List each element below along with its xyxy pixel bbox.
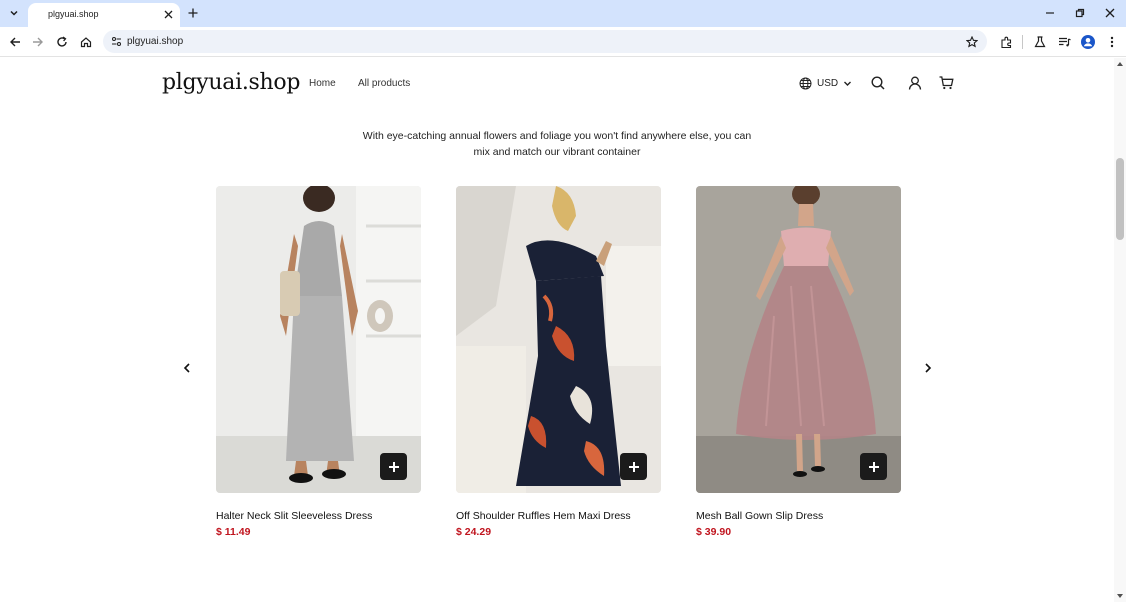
bookmark-button[interactable] — [964, 34, 979, 49]
globe-icon — [799, 77, 812, 89]
product-name[interactable]: Off Shoulder Ruffles Hem Maxi Dress — [456, 510, 631, 522]
more-vertical-icon — [1110, 36, 1114, 48]
plus-icon — [388, 461, 399, 472]
product-price: $ 24.29 — [456, 526, 492, 538]
arrow-right-icon — [33, 37, 43, 47]
product-photo-grey-dress — [216, 186, 421, 493]
back-button[interactable] — [6, 33, 24, 51]
scroll-thumb[interactable] — [1116, 158, 1124, 240]
profile-button[interactable] — [1079, 33, 1097, 51]
product-price: $ 11.49 — [216, 526, 251, 538]
reload-button[interactable] — [53, 33, 71, 51]
account-button[interactable] — [907, 75, 922, 90]
tab-search-dropdown[interactable] — [5, 4, 23, 22]
url-text: plgyuai.shop — [127, 36, 184, 47]
web-page: plgyuai.shop Home All products USD With … — [0, 58, 1114, 602]
product-image[interactable] — [216, 186, 421, 493]
product-image[interactable] — [696, 186, 901, 493]
restore-icon — [1075, 8, 1085, 18]
product-name[interactable]: Mesh Ball Gown Slip Dress — [696, 510, 823, 522]
plus-icon — [188, 8, 198, 18]
home-button[interactable] — [77, 33, 95, 51]
address-bar[interactable]: plgyuai.shop — [103, 30, 987, 53]
add-to-cart-button[interactable] — [860, 453, 887, 480]
reload-icon — [57, 36, 67, 47]
close-icon — [1105, 8, 1115, 18]
profile-icon — [1081, 35, 1095, 49]
store-logo[interactable]: plgyuai.shop — [162, 70, 300, 95]
arrow-left-icon — [10, 37, 20, 47]
intro-text: With eye-catching annual flowers and fol… — [362, 130, 752, 158]
forward-button[interactable] — [29, 33, 47, 51]
tab-close-button[interactable] — [162, 8, 175, 21]
carousel-prev-button[interactable] — [180, 361, 194, 375]
product-photo-pink-gown — [696, 186, 901, 493]
minimize-icon — [1046, 12, 1054, 14]
cart-icon — [939, 75, 954, 89]
scroll-up-button[interactable] — [1116, 60, 1124, 68]
close-icon — [164, 10, 173, 19]
labs-button[interactable] — [1031, 33, 1049, 51]
restore-button[interactable] — [1072, 5, 1088, 21]
browser-tab[interactable]: plgyuai.shop — [28, 3, 180, 27]
add-to-cart-button[interactable] — [380, 453, 407, 480]
minimize-button[interactable] — [1042, 5, 1058, 21]
site-settings-icon — [111, 36, 121, 46]
product-price: $ 39.90 — [696, 526, 732, 538]
product-card[interactable]: Mesh Ball Gown Slip Dress $ 39.90 — [696, 186, 901, 538]
media-queue-icon — [1058, 37, 1071, 47]
search-button[interactable] — [870, 75, 885, 90]
currency-selector[interactable]: USD — [799, 76, 852, 90]
product-card[interactable]: Halter Neck Slit Sleeveless Dress $ 11.4… — [216, 186, 421, 538]
product-photo-floral-dress — [456, 186, 661, 493]
site-info-button[interactable] — [109, 34, 123, 48]
tab-title: plgyuai.shop — [48, 9, 99, 19]
user-icon — [908, 76, 921, 90]
home-icon — [80, 37, 92, 48]
media-button[interactable] — [1055, 33, 1073, 51]
cart-button[interactable] — [939, 75, 954, 90]
chevron-right-icon — [925, 363, 932, 373]
toolbar-separator — [1022, 35, 1023, 49]
chevron-down-icon — [10, 10, 18, 16]
product-name[interactable]: Halter Neck Slit Sleeveless Dress — [216, 510, 372, 522]
carousel-next-button[interactable] — [921, 361, 935, 375]
triangle-down-icon — [1117, 594, 1123, 598]
triangle-up-icon — [1117, 62, 1123, 66]
nav-all-products-link[interactable]: All products — [358, 78, 410, 89]
nav-home-link[interactable]: Home — [309, 78, 336, 89]
star-icon — [965, 35, 978, 48]
add-to-cart-button[interactable] — [620, 453, 647, 480]
currency-label: USD — [817, 77, 839, 89]
product-image[interactable] — [456, 186, 661, 493]
browser-menu-button[interactable] — [1103, 33, 1121, 51]
search-icon — [870, 75, 885, 90]
plus-icon — [868, 461, 879, 472]
close-window-button[interactable] — [1102, 5, 1118, 21]
extensions-button[interactable] — [997, 33, 1015, 51]
scroll-down-button[interactable] — [1116, 592, 1124, 600]
browser-toolbar: plgyuai.shop — [0, 27, 1126, 57]
browser-tab-bar: plgyuai.shop — [0, 0, 1126, 27]
product-card[interactable]: Off Shoulder Ruffles Hem Maxi Dress $ 24… — [456, 186, 661, 538]
chevron-left-icon — [183, 363, 190, 373]
new-tab-button[interactable] — [186, 6, 200, 20]
puzzle-icon — [1000, 36, 1011, 48]
flask-icon — [1034, 36, 1046, 48]
page-scrollbar[interactable] — [1114, 58, 1126, 602]
plus-icon — [628, 461, 639, 472]
chevron-down-icon — [844, 81, 852, 86]
